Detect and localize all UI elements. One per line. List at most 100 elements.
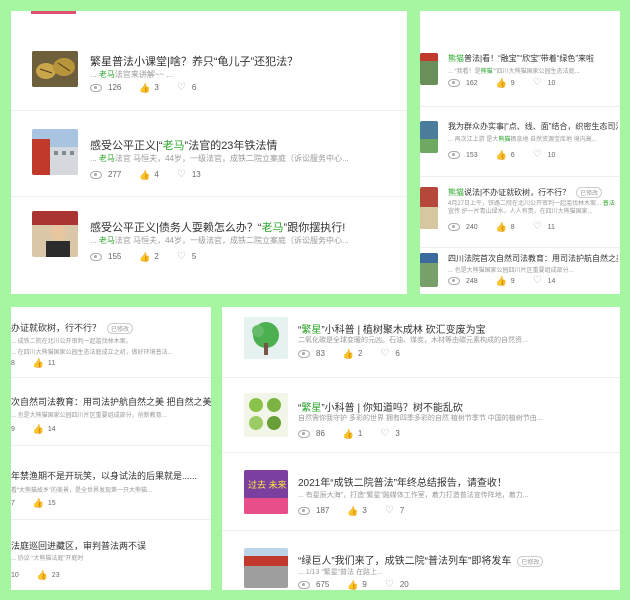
article-title[interactable]: 熊猫说法|不办证就砍树，行不行？ 已修改 xyxy=(448,187,618,199)
thumbs-up-icon[interactable]: 👍 xyxy=(139,83,150,92)
article-item[interactable]: 年禁渔期不是开玩笑，以身试法的后果就是...... 看“大熊猫故乡”的美景，是全… xyxy=(11,465,211,525)
article-thumbnail xyxy=(32,211,78,257)
article-title[interactable]: 年禁渔期不是开玩笑，以身试法的后果就是...... xyxy=(11,469,211,482)
article-snippet: 看“大熊猫故乡”的美景，是全世界发现第一只大熊猫... xyxy=(11,488,152,494)
heart-icon[interactable]: ♡ xyxy=(380,428,389,438)
divider xyxy=(420,106,620,107)
thumbs-up-icon[interactable]: 👍 xyxy=(343,349,354,358)
heart-icon[interactable]: ♡ xyxy=(385,579,394,589)
thumbs-up-icon[interactable]: 👍 xyxy=(33,359,44,368)
article-item[interactable]: 熊猫普法|看！“融宝”“欣宝”带着“绿色”来啦 ... “我看！是熊猫”“四川大… xyxy=(420,51,620,101)
heart-icon[interactable]: ♡ xyxy=(380,348,389,358)
event-photo-image xyxy=(420,53,438,85)
thumbs-up-icon[interactable]: 👍 xyxy=(496,151,507,160)
article-item[interactable]: 法庭巡回进藏区，审判普法两不误 ... 协议 “大熊猫法庭”开庭时 10 👍 23 xyxy=(11,537,211,587)
article-stats: 8 👍 11 xyxy=(11,358,56,368)
article-item[interactable]: 四川法院首次自然司法教育：用司法护航自然之美 ... 也是大熊猫国家公园四川片区… xyxy=(420,253,620,293)
court-building-image xyxy=(32,129,78,175)
article-item[interactable]: 我为群众办实事|“点、线、面”结合，织密生态司法屏 ... 再次江上游 是大熊猫… xyxy=(420,119,620,169)
article-stats: 187 👍 3 ♡ 7 xyxy=(298,505,418,515)
article-stats: 9 👍 14 xyxy=(11,424,56,434)
article-item[interactable]: “繁星”小科普 | 植树聚木成林 砍汇变废为宝 二氧化碳是全球变暖的元凶。石油、… xyxy=(222,317,620,377)
pink-bar xyxy=(31,11,76,14)
thumbs-up-icon[interactable]: 👍 xyxy=(347,580,358,589)
article-title[interactable]: “繁星”小科普 | 你知道吗？树不能乱砍 xyxy=(298,399,608,414)
article-title[interactable]: 繁星普法小课堂|啥？养只“龟儿子”还犯法？ xyxy=(90,53,390,69)
article-stats: 240 👍 8 ♡ 11 xyxy=(448,222,569,232)
article-item[interactable]: 办证就砍树，行不行？ 已修改 ... 成铁二院在北川公开审判一起滥伐林木案。 ..… xyxy=(11,321,211,381)
article-stats: 248 👍 9 ♡ 14 xyxy=(448,276,569,286)
article-item[interactable]: 繁星普法小课堂|啥？养只“龟儿子”还犯法？ ... 老马法官来讲解~~ ... … xyxy=(11,51,407,111)
article-title[interactable]: 感受公平正义|债务人耍赖怎么办？“老马”跟你摆执行! xyxy=(90,219,400,235)
divider xyxy=(11,445,211,446)
eye-icon xyxy=(448,277,460,285)
eye-icon xyxy=(448,223,460,231)
article-snippet: ... 也是大熊猫国家公园四川片区重要组成部分，创新教育... xyxy=(11,413,167,419)
heart-icon[interactable]: ♡ xyxy=(533,276,542,286)
heart-icon[interactable]: ♡ xyxy=(385,505,394,515)
article-snippet: ... 1/13 “繁星”普法 在路上... xyxy=(298,569,383,576)
thumbs-up-icon[interactable]: 👍 xyxy=(33,499,44,508)
panel-article-list-d: “繁星”小科普 | 植树聚木成林 砍汇变废为宝 二氧化碳是全球变暖的元凶。石油、… xyxy=(222,307,620,590)
eye-icon xyxy=(298,429,310,438)
article-title[interactable]: 感受公平正义|“老马”法官的23年铁法情 xyxy=(90,137,400,153)
article-title[interactable]: “绿巨人”我们来了，成铁二院“普法列车”即将发车 已修改 xyxy=(298,552,618,567)
eye-icon xyxy=(90,170,102,179)
panel-article-list-a: 繁星普法小课堂|啥？养只“龟儿子”还犯法？ ... 老马法官来讲解~~ ... … xyxy=(11,11,407,294)
article-item[interactable]: 次自然司法教育：用司法护航自然之美 把自然之美讲给 ... 也是大熊猫国家公园四… xyxy=(11,391,211,451)
article-title[interactable]: 熊猫普法|看！“融宝”“欣宝”带着“绿色”来啦 xyxy=(448,53,618,64)
article-item[interactable]: “繁星”小科普 | 你知道吗？树不能乱砍 自然需你我守护 多彩的世界 拥有四季多… xyxy=(222,393,620,453)
thumbs-up-icon[interactable]: 👍 xyxy=(496,277,507,286)
thumbs-up-icon[interactable]: 👍 xyxy=(496,223,507,232)
article-item[interactable]: 感受公平正义|“老马”法官的23年铁法情 ... 老马法官 马恒夫，44岁，一级… xyxy=(11,129,407,189)
article-snippet-2: ... 在四川大熊猫国家公园生态法庭成立之初，做好环境普法... xyxy=(11,350,173,356)
divider xyxy=(11,519,211,520)
article-title[interactable]: 2021年“成铁二院普法”年终总结报告，请查收！ xyxy=(298,474,608,489)
divider xyxy=(222,377,620,378)
article-title[interactable]: 我为群众办实事|“点、线、面”结合，织密生态司法屏 xyxy=(448,121,618,132)
article-title[interactable]: 四川法院首次自然司法教育：用司法护航自然之美 xyxy=(448,253,618,264)
article-title[interactable]: 法庭巡回进藏区，审判普法两不误 xyxy=(11,539,211,552)
article-thumbnail xyxy=(244,317,288,359)
article-thumbnail xyxy=(32,51,78,87)
train-station-image xyxy=(244,548,288,588)
heart-icon[interactable]: ♡ xyxy=(177,82,186,92)
article-snippet: 4月27日上午，铁路二院在北川公开审判一起滥伐林木案... 普法宣传 护一片青山… xyxy=(448,201,615,215)
heart-icon[interactable]: ♡ xyxy=(177,169,186,179)
thumbs-up-icon[interactable]: 👍 xyxy=(37,571,48,580)
article-item[interactable]: 熊猫说法|不办证就砍树，行不行？ 已修改 4月27日上午，铁路二院在北川公开审判一… xyxy=(420,187,620,237)
heart-icon[interactable]: ♡ xyxy=(533,78,542,88)
eye-icon xyxy=(90,83,102,92)
article-thumbnail xyxy=(420,53,438,85)
article-thumbnail xyxy=(244,548,288,588)
article-snippet: ... 老马法官 马恒夫，44岁，一级法官，成铁二院立案庭（诉讼服务中心... xyxy=(90,236,349,245)
article-snippet: ... 有星辰大海”，打造“繁星”融媒体工作室，着力打造普法宣传阵地，着力... xyxy=(298,492,529,499)
article-stats: 277 👍 4 ♡ 13 xyxy=(90,169,215,179)
heart-icon[interactable]: ♡ xyxy=(177,251,186,261)
eye-icon xyxy=(90,252,102,261)
article-stats: 83 👍 2 ♡ 6 xyxy=(298,348,414,358)
thumbs-up-icon[interactable]: 👍 xyxy=(33,425,44,434)
article-title[interactable]: 次自然司法教育：用司法护航自然之美 把自然之美讲给 xyxy=(11,395,211,408)
article-title[interactable]: “繁星”小科普 | 植树聚木成林 砍汇变废为宝 xyxy=(298,321,608,336)
divider xyxy=(222,452,620,453)
thumbs-up-icon[interactable]: 👍 xyxy=(347,506,358,515)
article-title[interactable]: 办证就砍树，行不行？ 已修改 xyxy=(11,321,211,335)
thumbs-up-icon[interactable]: 👍 xyxy=(139,252,150,261)
article-stats: 162 👍 9 ♡ 10 xyxy=(448,78,569,88)
article-snippet: ... 协议 “大熊猫法庭”开庭时 xyxy=(11,556,84,562)
students-photo-image xyxy=(420,253,438,287)
article-stats: 675 👍 9 ♡ 20 xyxy=(298,579,423,589)
article-stats: 7 👍 15 xyxy=(11,498,56,508)
panel-article-list-b: 熊猫普法|看！“融宝”“欣宝”带着“绿色”来啦 ... “我看！是熊猫”“四川大… xyxy=(420,11,620,294)
article-thumbnail xyxy=(32,129,78,175)
article-item[interactable]: “绿巨人”我们来了，成铁二院“普法列车”即将发车 已修改 ... 1/13 “繁星… xyxy=(222,544,620,590)
heart-icon[interactable]: ♡ xyxy=(533,222,542,232)
article-item[interactable]: 感受公平正义|债务人耍赖怎么办？“老马”跟你摆执行! ... 老马法官 马恒夫，… xyxy=(11,211,407,271)
divider xyxy=(11,377,211,378)
thumbs-up-icon[interactable]: 👍 xyxy=(343,429,354,438)
article-item[interactable]: 过去 未来 2021年“成铁二院普法”年终总结报告，请查收！ ... 有星辰大海… xyxy=(222,470,620,530)
heart-icon[interactable]: ♡ xyxy=(533,150,542,160)
thumbs-up-icon[interactable]: 👍 xyxy=(496,79,507,88)
thumbs-up-icon[interactable]: 👍 xyxy=(139,170,150,179)
